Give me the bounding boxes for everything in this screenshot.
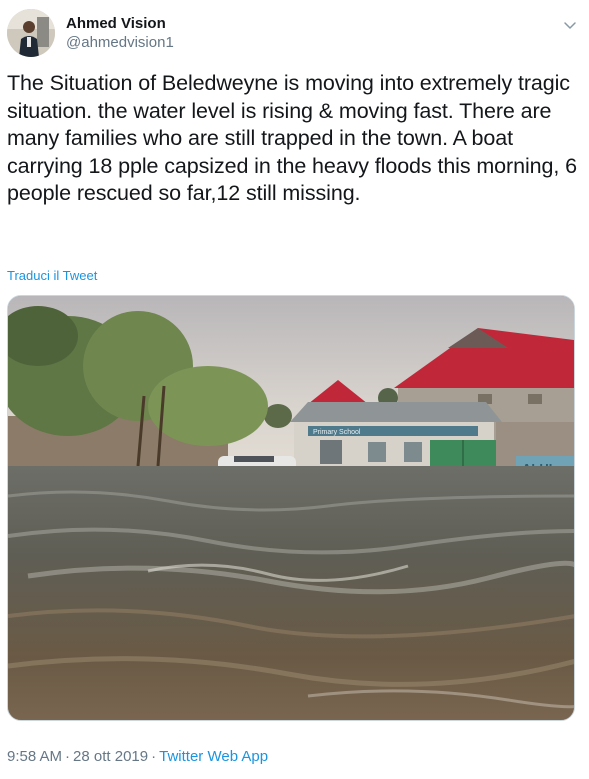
chevron-down-icon[interactable] — [562, 17, 578, 33]
meta-separator: · — [65, 748, 71, 765]
tweet-photo[interactable]: Primary School ALHI — [7, 295, 575, 721]
tweet-time[interactable]: 9:58 AM — [7, 748, 62, 765]
school-banner-text: Primary School — [313, 429, 361, 436]
flood-photo-image: Primary School ALHI — [8, 296, 574, 720]
tweet-header: Ahmed Vision @ahmedvision1 — [7, 9, 582, 61]
tweet-source-link[interactable]: Twitter Web App — [159, 748, 268, 765]
author-names: Ahmed Vision @ahmedvision1 — [66, 15, 174, 53]
tweet-date[interactable]: 28 ott 2019 — [73, 748, 148, 765]
tweet-metadata: 9:58 AM · 28 ott 2019 · Twitter Web App — [7, 748, 268, 765]
avatar[interactable] — [7, 9, 55, 57]
user-handle[interactable]: @ahmedvision1 — [66, 33, 174, 53]
display-name[interactable]: Ahmed Vision — [66, 15, 174, 33]
translate-tweet-link[interactable]: Traduci il Tweet — [7, 268, 97, 283]
avatar-image — [7, 9, 55, 57]
tweet-text: The Situation of Beledweyne is moving in… — [7, 71, 577, 205]
meta-separator: · — [151, 748, 157, 765]
